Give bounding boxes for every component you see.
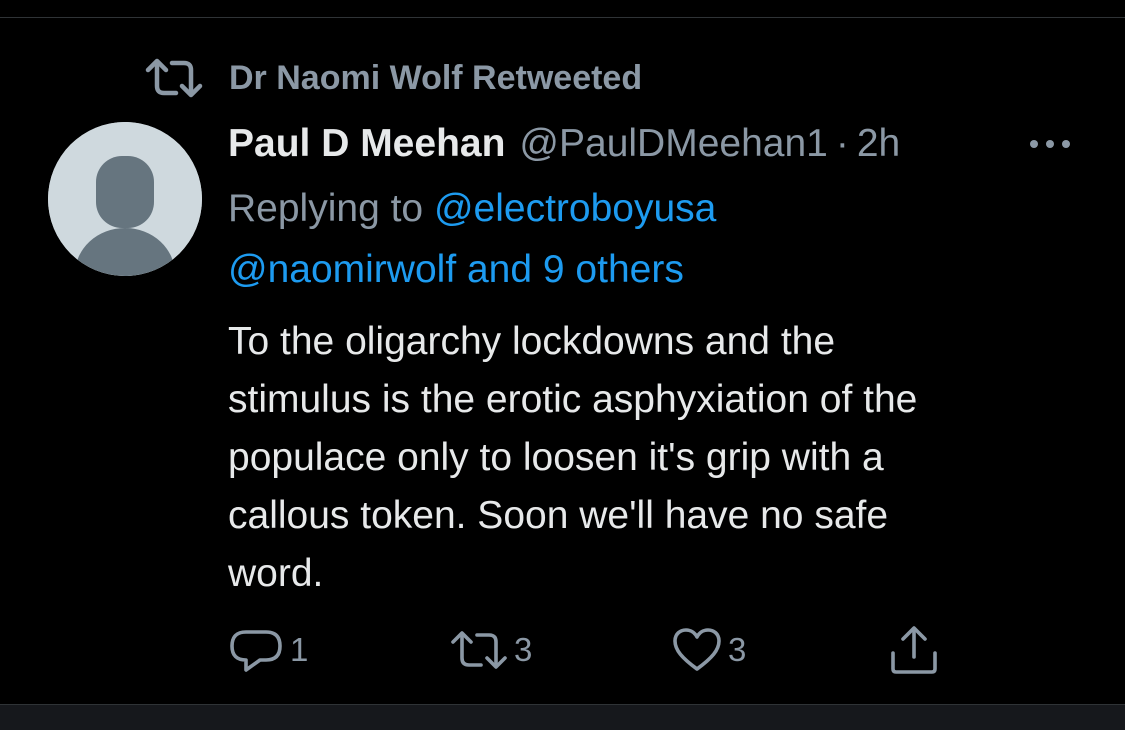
more-icon[interactable]: [1027, 132, 1073, 156]
heart-icon: [672, 627, 722, 673]
top-divider: [0, 17, 1125, 18]
mention-link-electroboyusa[interactable]: @electroboyusa: [434, 187, 716, 230]
mention-link-others[interactable]: @naomirwolf and 9 others: [228, 248, 684, 291]
tweet-actions: 1 3 3: [228, 622, 968, 678]
reply-button[interactable]: 1: [228, 622, 308, 678]
share-icon: [888, 625, 940, 675]
author-display-name[interactable]: Paul D Meehan: [228, 122, 505, 166]
retweet-banner-label: Dr Naomi Wolf Retweeted: [229, 58, 643, 97]
default-avatar-icon: [48, 122, 202, 276]
retweet-button[interactable]: 3: [450, 622, 532, 678]
like-count: 3: [728, 631, 747, 668]
retweet-icon: [450, 629, 508, 671]
tweet-timestamp[interactable]: 2h: [857, 122, 900, 166]
retweet-icon: [145, 58, 203, 98]
avatar[interactable]: [48, 122, 202, 276]
replying-to: Replying to @electroboyusa @naomirwolf a…: [228, 178, 1028, 300]
replying-prefix: Replying to: [228, 187, 434, 230]
reply-icon: [228, 627, 284, 673]
like-button[interactable]: 3: [672, 622, 746, 678]
separator-dot: ·: [835, 122, 849, 165]
reply-count: 1: [290, 631, 309, 668]
share-button[interactable]: [888, 622, 940, 678]
retweet-banner[interactable]: Dr Naomi Wolf Retweeted: [145, 55, 642, 101]
retweet-count: 3: [514, 631, 533, 668]
tweet-text: To the oligarchy lockdowns and the stimu…: [228, 320, 918, 595]
author-handle[interactable]: @PaulDMeehan1: [519, 122, 827, 166]
bottom-bar: [0, 704, 1125, 730]
tweet-header: Paul D Meehan @PaulDMeehan1 · 2h: [228, 118, 1048, 170]
